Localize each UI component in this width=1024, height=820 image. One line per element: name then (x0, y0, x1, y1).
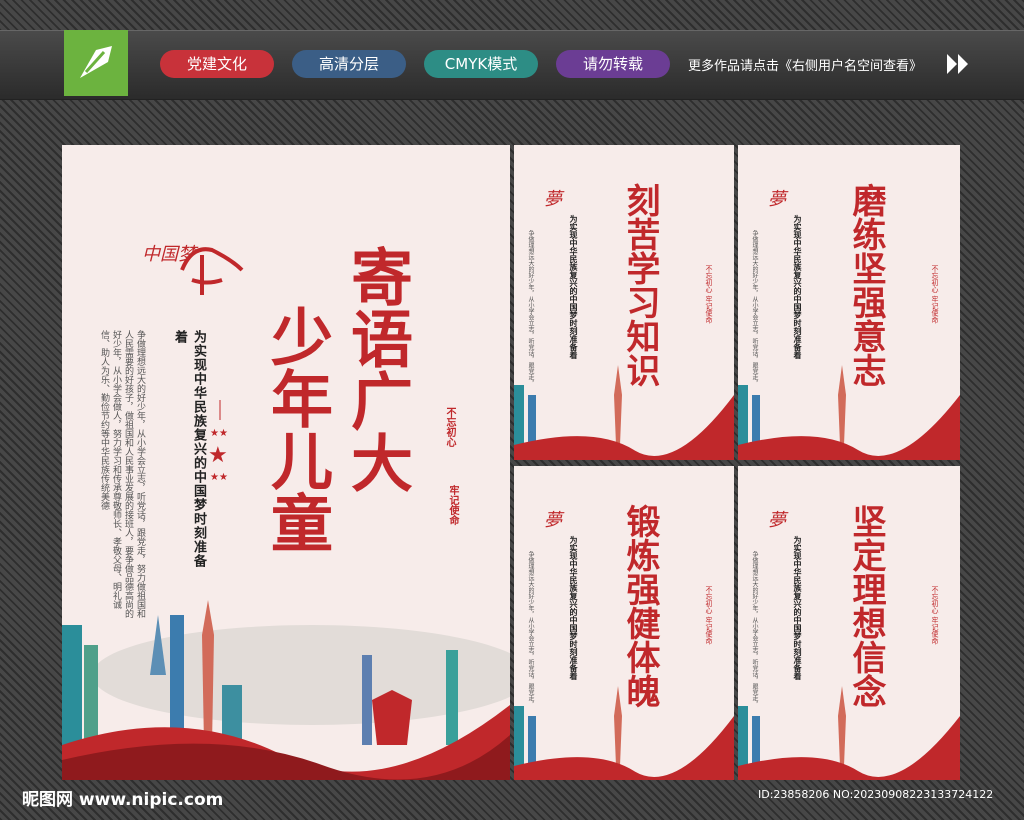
seal-keep-mission: 牢记使命 (447, 485, 458, 525)
stars-icon: ★★ ★ ★★ (208, 400, 228, 483)
poster-title: 锻炼强健体魄 (620, 504, 660, 708)
poster-ideals: 夢 争做理想远大的好少年，从小学会立志，听党话，跟党走， 为实现中华民族复兴的中… (738, 466, 960, 780)
poster-title: 磨练坚强意志 (846, 183, 886, 387)
subtitle: 为实现中华民族复兴的中国梦时刻准备着 (793, 536, 802, 680)
body-text: 争做理想远大的好少年，从小学会立志，听党话，跟党走，努力做祖国和人民需要的好孩子… (98, 330, 146, 620)
tag-party-culture[interactable]: 党建文化 (160, 50, 274, 78)
subtitle: 为实现中华民族复兴的中国梦时刻准备着 (569, 536, 578, 680)
body-text: 争做理想远大的好少年，从小学会立志，听党话，跟党走， (751, 230, 758, 386)
seal-remember-origin: 不忘初心 (444, 407, 455, 447)
tag-no-repost[interactable]: 请勿转载 (556, 50, 670, 78)
body-text: 争做理想远大的好少年，从小学会立志，听党话，跟党走， (527, 230, 534, 386)
china-dream-logo: 夢 (768, 510, 786, 531)
body-line: 争做理想远大的好少年，从小学会立志，听党话，跟党走， (135, 330, 145, 564)
body-text: 争做理想远大的好少年，从小学会立志，听党话，跟党走， (527, 551, 534, 707)
china-dream-logo: 夢 (544, 189, 562, 210)
seal: 不忘初心 牢记使命 (931, 265, 939, 324)
poster-fitness: 夢 争做理想远大的好少年，从小学会立志，听党话，跟党走， 为实现中华民族复兴的中… (514, 466, 734, 780)
svg-text:★★: ★★ (210, 428, 228, 439)
more-works-link[interactable]: 更多作品请点击《右侧用户名空间查看》 (688, 55, 922, 74)
pen-leaf-icon (80, 46, 112, 78)
body-line: 勤俭节约等中华民族传统美德 (99, 393, 109, 510)
body-text: 争做理想远大的好少年，从小学会立志，听党话，跟党走， (751, 551, 758, 707)
image-id: ID:23858206 NO:20230908223133724122 (758, 788, 994, 801)
svg-text:★: ★ (208, 443, 228, 468)
seal: 不忘初心 牢记使命 (705, 586, 713, 645)
svg-text:★★: ★★ (210, 472, 228, 483)
main-title-line1: 寄语广大 (340, 245, 413, 493)
seal: 不忘初心 牢记使命 (931, 586, 939, 645)
poster-study: 夢 争做理想远大的好少年，从小学会立志，听党话，跟党走， 为实现中华民族复兴的中… (514, 145, 734, 460)
tag-cmyk[interactable]: CMYK模式 (424, 50, 538, 78)
double-arrow-icon[interactable] (945, 52, 971, 76)
main-title-line2: 少年儿童 (260, 305, 333, 553)
site-logo[interactable] (64, 30, 128, 96)
subtitle: 为实现中华民族复兴的中国梦时刻准备着 (172, 330, 206, 568)
poster-willpower: 夢 争做理想远大的好少年，从小学会立志，听党话，跟党走， 为实现中华民族复兴的中… (738, 145, 960, 460)
subtitle: 为实现中华民族复兴的中国梦时刻准备着 (793, 215, 802, 359)
seal: 不忘初心 牢记使命 (705, 265, 713, 324)
china-dream-emblem-icon (180, 247, 244, 295)
main-poster: 中国梦 为实现中华民族复兴的中国梦时刻准备着 争做理想远大的好少年，从小学会立志… (62, 145, 510, 780)
poster-title: 坚定理想信念 (846, 504, 886, 708)
poster-title: 刻苦学习知识 (620, 183, 660, 387)
watermark-site: 昵图网 www.nipic.com (22, 790, 224, 810)
subtitle: 为实现中华民族复兴的中国梦时刻准备着 (569, 215, 578, 359)
tag-hd-layers[interactable]: 高清分层 (292, 50, 406, 78)
china-dream-logo: 夢 (768, 189, 786, 210)
china-dream-logo: 夢 (544, 510, 562, 531)
